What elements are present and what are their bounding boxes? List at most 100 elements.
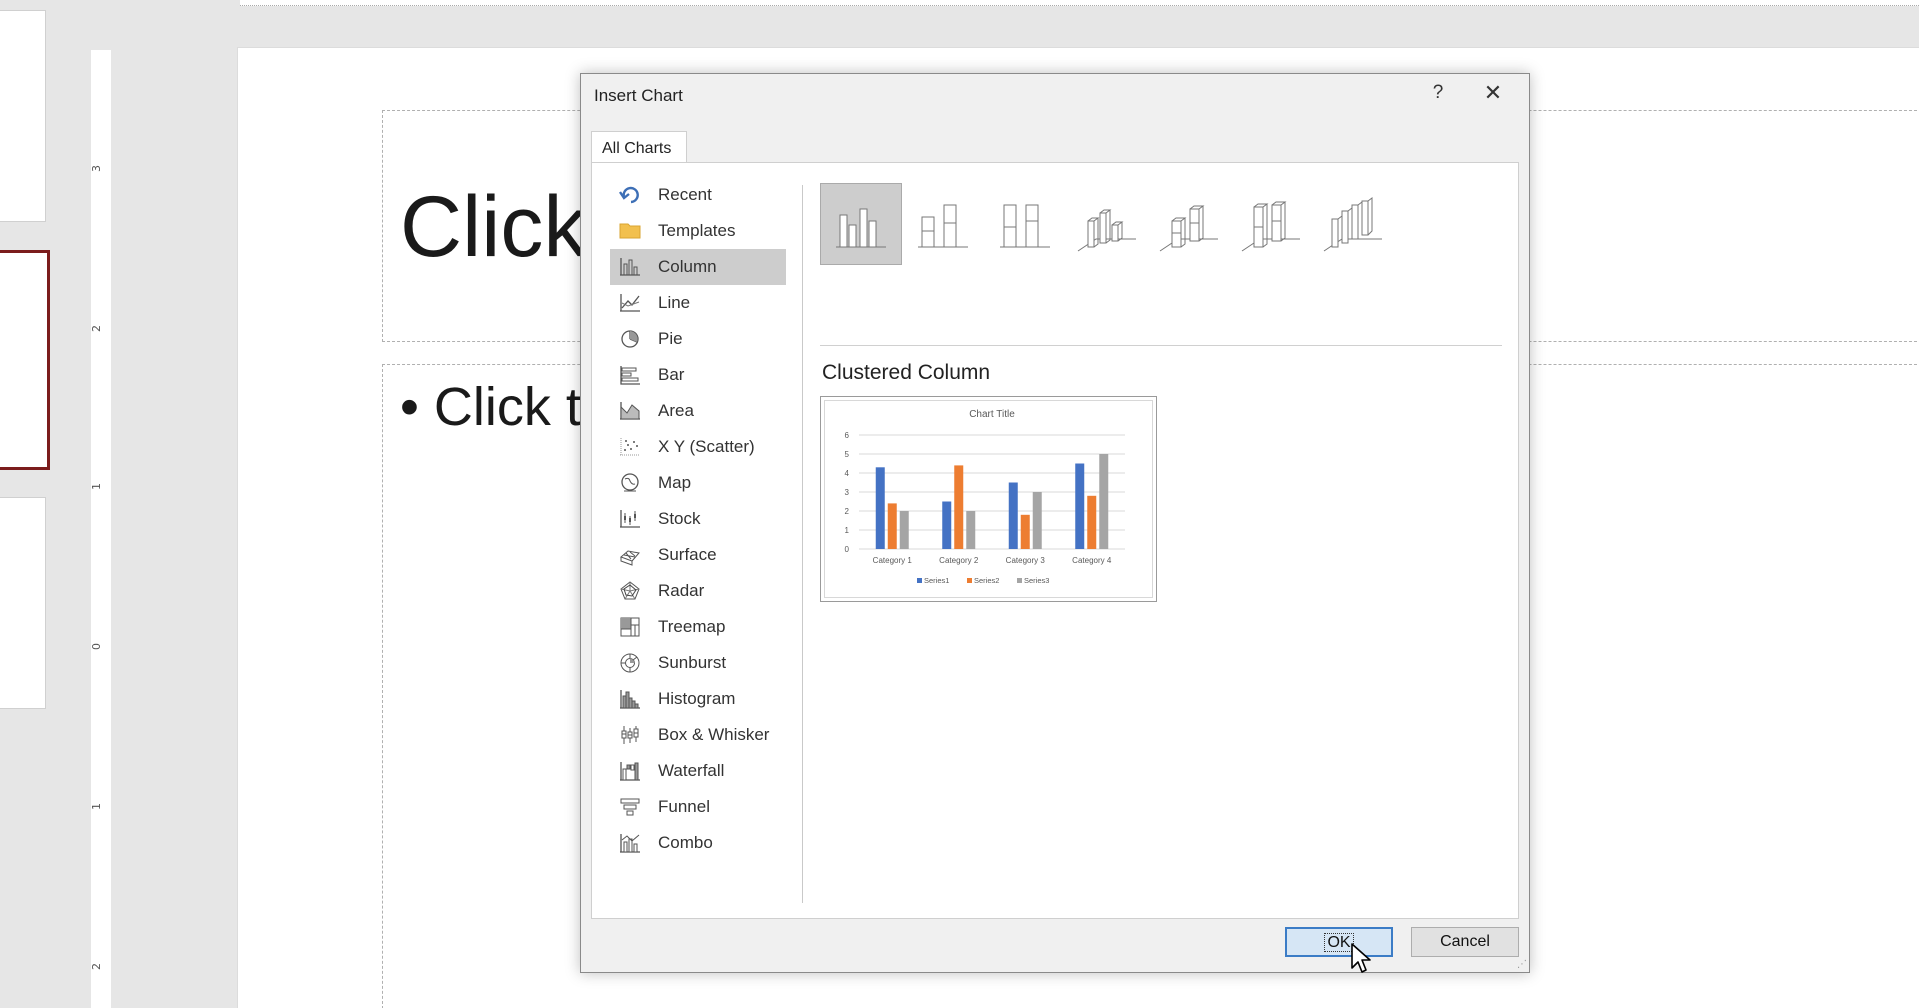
legend-swatch xyxy=(917,578,922,583)
slide-title-text: Click xyxy=(400,179,587,275)
bar xyxy=(899,511,909,549)
chart-type-label: Combo xyxy=(658,833,713,852)
chart-type-waterfall[interactable]: Waterfall xyxy=(610,753,786,789)
chart-type-label: Line xyxy=(658,293,691,312)
slide-thumbnail[interactable] xyxy=(0,497,46,709)
chart-type-pie[interactable]: Pie xyxy=(610,321,786,357)
column-chart-icon xyxy=(616,256,644,278)
recent-icon xyxy=(616,184,644,206)
bar xyxy=(1032,492,1042,549)
chart-type-label: Templates xyxy=(658,221,736,240)
y-tick-label: 0 xyxy=(845,545,850,554)
slide-thumbnail-pane xyxy=(0,0,80,1008)
chart-type-area[interactable]: Area xyxy=(610,393,786,429)
slide-thumbnail-selected[interactable] xyxy=(0,250,50,470)
3d-100-stacked-column-icon[interactable] xyxy=(1230,183,1312,265)
clustered-column-icon[interactable] xyxy=(820,183,902,265)
ruler-number: 2 xyxy=(90,963,103,970)
map-chart-icon xyxy=(616,472,644,494)
ruler-number: 1 xyxy=(90,483,103,490)
sunburst-chart-icon xyxy=(616,652,644,674)
100-stacked-column-icon[interactable] xyxy=(984,183,1066,265)
chart-type-label: Radar xyxy=(658,581,705,600)
treemap-chart-icon xyxy=(616,616,644,638)
chart-type-label: Map xyxy=(658,473,692,492)
chart-type-bar[interactable]: Bar xyxy=(610,357,786,393)
subtype-name: Clustered Column xyxy=(822,361,991,384)
surface-chart-icon xyxy=(616,544,644,566)
chart-preview[interactable]: Chart Title 0 1 2 3 4 5 6 Category 1 Category 2 Ca… xyxy=(820,396,1157,602)
bar xyxy=(954,465,964,549)
bar xyxy=(966,511,976,549)
chart-type-surface[interactable]: Surface xyxy=(610,537,786,573)
chart-type-recent[interactable]: Recent xyxy=(610,177,786,213)
y-tick-label: 3 xyxy=(845,488,850,497)
ruler-number: 2 xyxy=(90,325,103,332)
waterfall-chart-icon xyxy=(616,760,644,782)
cancel-button[interactable]: Cancel xyxy=(1411,927,1519,957)
insert-chart-dialog: Insert Chart ? ✕ All Charts Recent Templa… xyxy=(580,73,1530,973)
y-tick-label: 2 xyxy=(845,507,850,516)
3d-stacked-column-icon[interactable] xyxy=(1148,183,1230,265)
stock-chart-icon xyxy=(616,508,644,530)
chart-type-column[interactable]: Column xyxy=(610,249,786,285)
chart-type-treemap[interactable]: Treemap xyxy=(610,609,786,645)
chart-type-label: Recent xyxy=(658,185,712,204)
chart-type-label: Histogram xyxy=(658,689,736,708)
divider xyxy=(820,345,1502,346)
horizontal-ruler xyxy=(240,0,1919,6)
resize-grip-icon[interactable]: ⋰ xyxy=(1517,959,1527,970)
ruler-number: 0 xyxy=(90,643,103,650)
y-tick-label: 1 xyxy=(845,526,850,535)
chart-type-label: Column xyxy=(658,257,717,276)
chart-type-funnel[interactable]: Funnel xyxy=(610,789,786,825)
ruler-number: 1 xyxy=(90,803,103,810)
box-whisker-chart-icon xyxy=(616,724,644,746)
x-tick-label: Category 1 xyxy=(873,556,913,565)
chart-type-line[interactable]: Line xyxy=(610,285,786,321)
chart-type-stock[interactable]: Stock xyxy=(610,501,786,537)
tab-all-charts[interactable]: All Charts xyxy=(591,131,687,163)
3d-clustered-column-icon[interactable] xyxy=(1066,183,1148,265)
chart-type-label: Sunburst xyxy=(658,653,727,672)
chart-type-box-whisker[interactable]: Box & Whisker xyxy=(610,717,786,753)
chart-type-x-y-scatter[interactable]: X Y (Scatter) xyxy=(610,429,786,465)
chart-type-combo[interactable]: Combo xyxy=(610,825,786,861)
chart-type-templates[interactable]: Templates xyxy=(610,213,786,249)
slide-thumbnail[interactable] xyxy=(0,10,46,222)
stacked-column-icon[interactable] xyxy=(902,183,984,265)
y-tick-label: 5 xyxy=(845,450,850,459)
preview-chart-svg: Chart Title 0 1 2 3 4 5 6 Category 1 Category 2 Ca… xyxy=(845,409,1125,585)
bar xyxy=(1020,514,1030,549)
legend-swatch xyxy=(1017,578,1022,583)
slide-bullet-text: • Click t xyxy=(400,377,581,437)
chart-type-label: Area xyxy=(658,401,694,420)
legend-swatch xyxy=(967,578,972,583)
preview-chart-title: Chart Title xyxy=(969,409,1015,420)
bullet-text: Click t xyxy=(433,377,581,437)
chart-type-label: X Y (Scatter) xyxy=(658,437,755,456)
combo-chart-icon xyxy=(616,832,644,854)
chart-type-label: Bar xyxy=(658,365,685,384)
radar-chart-icon xyxy=(616,580,644,602)
legend-label: Series3 xyxy=(1024,576,1049,585)
ok-button[interactable]: OK xyxy=(1285,927,1393,957)
chart-type-label: Waterfall xyxy=(658,761,725,780)
funnel-chart-icon xyxy=(616,796,644,818)
y-tick-label: 4 xyxy=(845,469,850,478)
close-button[interactable]: ✕ xyxy=(1478,80,1508,106)
chart-type-histogram[interactable]: Histogram xyxy=(610,681,786,717)
chart-type-map[interactable]: Map xyxy=(610,465,786,501)
pie-chart-icon xyxy=(616,328,644,350)
histogram-chart-icon xyxy=(616,688,644,710)
help-button[interactable]: ? xyxy=(1423,82,1453,104)
x-tick-label: Category 4 xyxy=(1072,556,1112,565)
legend-label: Series1 xyxy=(924,576,949,585)
chart-type-label: Pie xyxy=(658,329,683,348)
bar xyxy=(1008,482,1018,549)
chart-type-sunburst[interactable]: Sunburst xyxy=(610,645,786,681)
chart-type-label: Box & Whisker xyxy=(658,725,770,744)
3d-column-icon[interactable] xyxy=(1312,183,1394,265)
chart-type-radar[interactable]: Radar xyxy=(610,573,786,609)
scatter-chart-icon xyxy=(616,436,644,458)
